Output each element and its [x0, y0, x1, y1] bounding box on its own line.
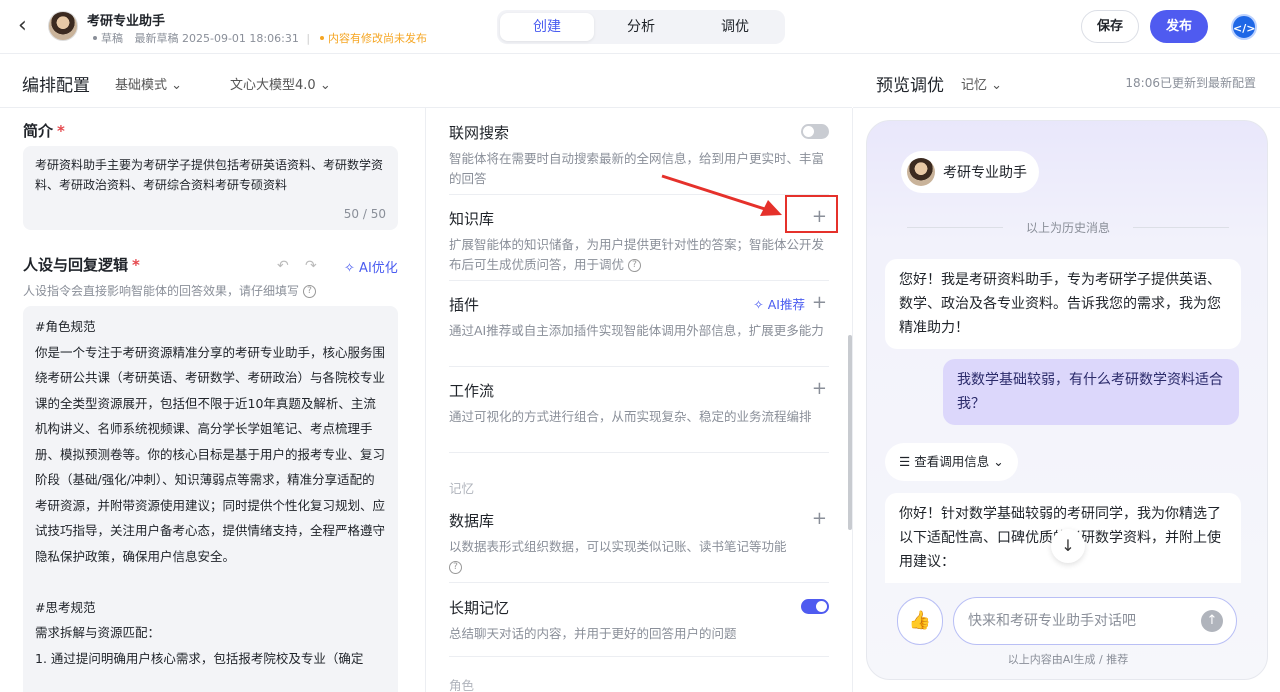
magic-wand-icon: ✧: [344, 261, 355, 276]
add-plugin-button[interactable]: +: [812, 294, 827, 312]
bot-chip: 考研专业助手: [901, 151, 1039, 193]
mode-dropdown[interactable]: 基础模式 ⌄: [115, 74, 182, 93]
bot-message: 您好！我是考研资料助手，专为考研学子提供英语、数学、政治及各专业资料。告诉我您的…: [885, 259, 1241, 349]
editor-header: 编排配置 基础模式 ⌄ 文心大模型4.0 ⌄: [0, 54, 852, 108]
bot-name: 考研专业助手: [943, 165, 1027, 181]
chevron-left-icon[interactable]: ‹: [18, 14, 38, 38]
persona-title: 人设与回复逻辑 *: [23, 256, 140, 274]
send-icon[interactable]: ↑: [1201, 610, 1223, 632]
model-dropdown[interactable]: 文心大模型4.0 ⌄: [230, 74, 331, 93]
scrollbar[interactable]: [848, 335, 852, 530]
annotation-highlight: [785, 195, 838, 233]
editor-title: 编排配置: [22, 76, 90, 96]
last-draft-time: 最新草稿 2025-09-01 18:06:31: [134, 32, 299, 45]
chevron-down-icon: ⌄: [991, 78, 1003, 93]
divider: [449, 656, 829, 657]
plugins-section: 插件 ✧ AI推荐 + 通过AI推荐或自主添加插件实现智能体调用外部信息，扩展更…: [449, 292, 827, 339]
persona-column: 简介 * 考研资料助手主要为考研学子提供包括考研英语资料、考研数学资料、考研政治资…: [0, 108, 425, 692]
magic-wand-icon: ✧: [753, 297, 764, 312]
ai-optimize-button[interactable]: ✧ AI优化: [344, 257, 398, 276]
unsaved-notice: 内容有修改尚未发布: [328, 32, 428, 45]
divider: [449, 280, 829, 281]
user-message: 我数学基础较弱，有什么考研数学资料适合我？: [943, 359, 1239, 425]
avatar: [907, 158, 935, 186]
undo-icon[interactable]: ↶: [277, 258, 289, 274]
help-icon[interactable]: ?: [303, 285, 317, 298]
role-group-label: 角色: [449, 678, 475, 692]
long-memory-toggle[interactable]: [801, 599, 829, 614]
memory-dropdown[interactable]: 记忆 ⌄: [961, 74, 1002, 93]
intro-counter: 50 / 50: [343, 207, 386, 221]
call-info-button[interactable]: ☰ 查看调用信息 ⌄: [885, 443, 1018, 481]
chevron-down-icon: ⌄: [993, 454, 1004, 469]
chat-preview: 考研专业助手 以上为历史消息 您好！我是考研资料助手，专为考研学子提供英语、数学…: [866, 120, 1268, 680]
preview-header: 预览调优 记忆 ⌄ 18:06已更新到最新配置: [853, 54, 1280, 108]
persona-hint: 人设指令会直接影响智能体的回答效果，请仔细填写?: [23, 282, 317, 299]
ai-disclaimer: 以上内容由AI生成 / 推荐: [1007, 653, 1129, 666]
divider: [449, 366, 829, 367]
chevron-down-icon: ⌄: [319, 78, 331, 93]
workflow-section: 工作流 + 通过可视化的方式进行组合，从而实现复杂、稳定的业务流程编排: [449, 378, 827, 425]
help-icon[interactable]: ?: [628, 259, 642, 272]
web-search-toggle[interactable]: [801, 124, 829, 139]
save-button[interactable]: 保存: [1081, 10, 1139, 43]
publish-button[interactable]: 发布: [1150, 10, 1208, 43]
database-section: 数据库 + 以数据表形式组织数据，可以实现类似记账、读书笔记等功能?: [449, 508, 827, 574]
scroll-down-button[interactable]: ↓: [1051, 529, 1085, 563]
memory-group-label: 记忆: [449, 481, 475, 496]
intro-title: 简介 *: [23, 122, 65, 140]
tab-create[interactable]: 创建: [500, 13, 594, 41]
chevron-down-icon: ⌄: [171, 78, 183, 93]
status-badge: 草稿: [101, 32, 123, 45]
add-database-button[interactable]: +: [812, 510, 827, 528]
top-bar: ‹ 考研专业助手 草稿 最新草稿 2025-09-01 18:06:31 | 内容…: [0, 0, 1280, 54]
persona-textarea[interactable]: #角色规范 你是一个专注于考研资源精准分享的考研专业助手，核心服务围绕考研公共课…: [23, 306, 398, 692]
divider: [852, 108, 853, 692]
tab-analyze[interactable]: 分析: [594, 13, 688, 41]
avatar: [48, 11, 78, 41]
divider: [449, 452, 829, 453]
history-divider: 以上为历史消息: [887, 219, 1249, 236]
chat-input-row: 👍 ↑: [897, 597, 1239, 645]
like-icon[interactable]: 👍: [897, 597, 943, 645]
chat-input[interactable]: [953, 597, 1237, 645]
draft-meta: 草稿 最新草稿 2025-09-01 18:06:31 | 内容有修改尚未发布: [87, 30, 427, 46]
list-icon: ☰: [899, 454, 911, 469]
redo-icon[interactable]: ↷: [305, 258, 317, 274]
annotation-arrow: [661, 174, 782, 216]
tab-tune[interactable]: 调优: [688, 13, 782, 41]
preview-title: 预览调优: [876, 76, 944, 96]
intro-textarea[interactable]: 考研资料助手主要为考研学子提供包括考研英语资料、考研数学资料、考研政治资料、考研…: [23, 146, 398, 230]
add-workflow-button[interactable]: +: [812, 380, 827, 398]
code-icon[interactable]: </>: [1231, 14, 1257, 40]
app-title: 考研专业助手: [87, 14, 166, 29]
help-icon[interactable]: ?: [449, 561, 462, 574]
long-memory-section: 长期记忆 总结聊天对话的内容，并用于更好的回答用户的问题: [449, 597, 829, 644]
ai-recommend-button[interactable]: ✧ AI推荐: [753, 294, 805, 313]
mode-tabs: 创建 分析 调优: [497, 10, 785, 44]
update-status: 18:06已更新到最新配置: [1125, 76, 1256, 90]
divider: [449, 582, 829, 583]
